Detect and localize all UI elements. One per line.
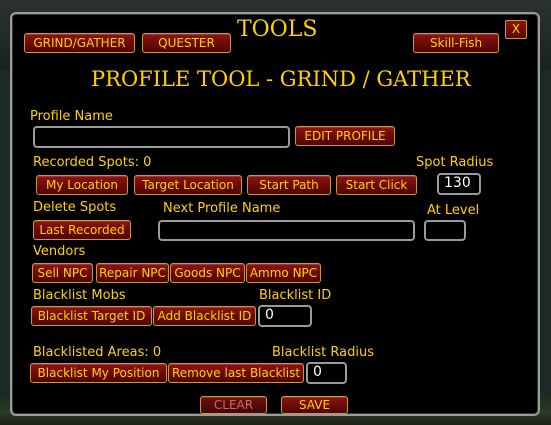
blacklist-id-label: Blacklist ID	[259, 288, 332, 303]
close-icon: X	[511, 22, 521, 36]
panel-title: PROFILE TOOL - GRIND / GATHER	[91, 67, 471, 91]
vendors-label: Vendors	[33, 244, 86, 259]
tools-title: TOOLS	[237, 17, 318, 42]
save-button[interactable]: SAVE	[281, 396, 348, 414]
target-location-button[interactable]: Target Location	[134, 175, 242, 195]
blacklist-radius-label: Blacklist Radius	[272, 345, 374, 360]
clear-button[interactable]: CLEAR	[200, 396, 267, 414]
grind-gather-tab[interactable]: GRIND/GATHER	[24, 33, 135, 53]
at-level-label: At Level	[427, 203, 480, 218]
remove-last-blacklist-button[interactable]: Remove last Blacklist	[168, 363, 304, 383]
quester-tab[interactable]: QUESTER	[142, 33, 231, 53]
my-location-button[interactable]: My Location	[36, 175, 128, 195]
next-profile-name-input[interactable]	[158, 220, 415, 241]
blacklist-my-position-button[interactable]: Blacklist My Position	[30, 363, 167, 383]
start-click-button[interactable]: Start Click	[336, 175, 417, 195]
blacklist-id-input[interactable]: 0	[258, 305, 312, 327]
last-recorded-button[interactable]: Last Recorded	[33, 220, 131, 240]
delete-spots-label: Delete Spots	[33, 200, 117, 215]
spot-radius-label: Spot Radius	[416, 155, 494, 170]
at-level-input[interactable]	[424, 220, 466, 241]
blacklist-radius-input[interactable]: 0	[306, 362, 347, 384]
close-button[interactable]: X	[505, 20, 527, 39]
spot-radius-input[interactable]: 130	[437, 173, 481, 195]
repair-npc-button[interactable]: Repair NPC	[96, 263, 169, 283]
ammo-npc-button[interactable]: Ammo NPC	[246, 263, 321, 283]
profile-name-label: Profile Name	[30, 109, 113, 124]
recorded-spots-label: Recorded Spots: 0	[33, 155, 152, 170]
sell-npc-button[interactable]: Sell NPC	[32, 263, 93, 283]
add-blacklist-id-button[interactable]: Add Blacklist ID	[153, 306, 256, 326]
edit-profile-button[interactable]: EDIT PROFILE	[295, 126, 395, 146]
blacklist-target-id-button[interactable]: Blacklist Target ID	[31, 306, 152, 326]
blacklist-mobs-label: Blacklist Mobs	[33, 288, 126, 303]
blacklisted-areas-label: Blacklisted Areas: 0	[33, 345, 162, 360]
goods-npc-button[interactable]: Goods NPC	[170, 263, 245, 283]
next-profile-name-label: Next Profile Name	[163, 201, 281, 216]
skill-fish-button[interactable]: Skill-Fish	[413, 33, 499, 53]
profile-name-input[interactable]	[33, 126, 290, 148]
start-path-button[interactable]: Start Path	[247, 175, 331, 195]
